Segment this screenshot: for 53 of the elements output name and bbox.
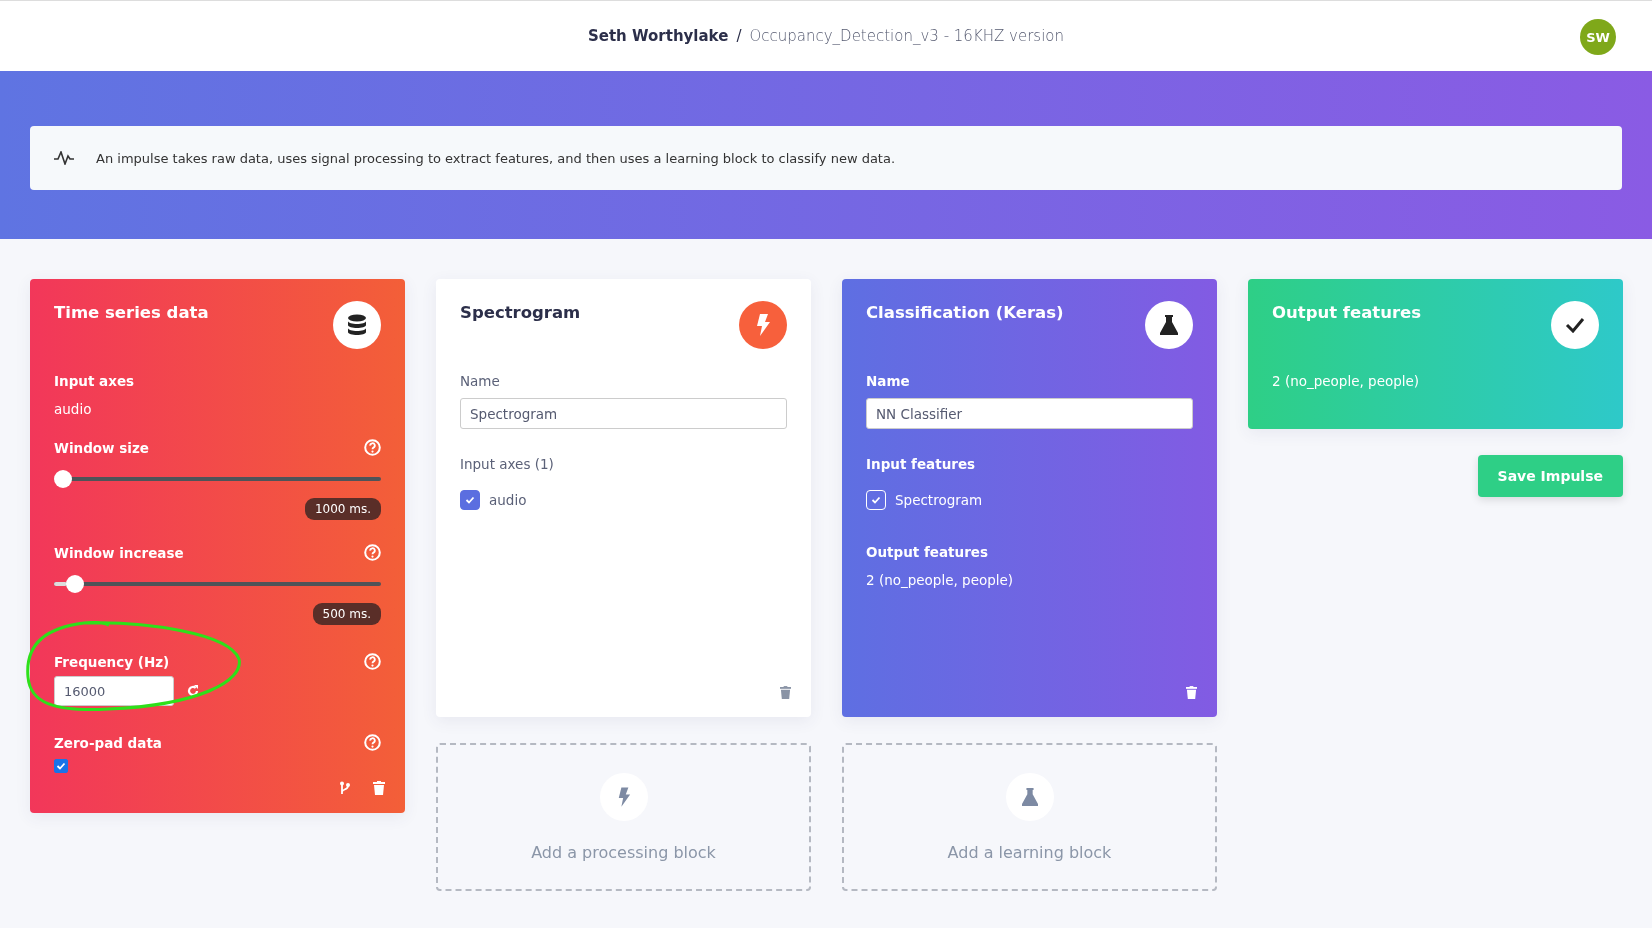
reset-icon[interactable] bbox=[186, 684, 200, 698]
checkmark-icon bbox=[1551, 301, 1599, 349]
field-label: Name bbox=[866, 373, 911, 389]
field-label: Name bbox=[460, 373, 501, 389]
info-text: An impulse takes raw data, uses signal processing to extract features, and then uses a learning block to classify new data. bbox=[96, 150, 896, 166]
user-name[interactable]: Seth Worthylake bbox=[587, 27, 729, 45]
slider-thumb[interactable] bbox=[66, 575, 85, 593]
project-name[interactable]: Occupancy_Detection_v3 - 16KHZ version bbox=[749, 27, 1064, 45]
block-title: Output features bbox=[1272, 303, 1422, 322]
output-value: 2 (no_people, people) bbox=[866, 572, 1015, 588]
trash-icon[interactable] bbox=[780, 686, 791, 699]
add-block-label: Add a learning block bbox=[947, 842, 1112, 862]
help-icon[interactable] bbox=[364, 544, 381, 561]
checkbox-label: Spectrogram bbox=[895, 492, 983, 508]
frequency-field[interactable]: 16000 bbox=[54, 676, 174, 706]
branch-icon[interactable] bbox=[339, 781, 351, 795]
database-icon bbox=[333, 301, 381, 349]
slider[interactable] bbox=[54, 470, 381, 488]
slider-value: 1000 ms. bbox=[304, 498, 381, 520]
checkbox[interactable] bbox=[460, 490, 480, 510]
field-label: Input features bbox=[866, 456, 977, 472]
trash-icon[interactable] bbox=[1186, 686, 1197, 699]
trash-icon[interactable] bbox=[373, 781, 385, 795]
field-label: Frequency (Hz) bbox=[54, 653, 170, 670]
name-field[interactable]: Spectrogram bbox=[460, 398, 787, 429]
checkmark-icon bbox=[465, 495, 475, 505]
field-label: Window size bbox=[54, 439, 149, 456]
slider[interactable] bbox=[54, 575, 381, 593]
field-label: Window increase bbox=[54, 544, 184, 561]
output-value: 2 (no_people, people) bbox=[1272, 373, 1421, 389]
name-field[interactable]: NN Classifier bbox=[866, 398, 1193, 429]
breadcrumb-separator: / bbox=[736, 27, 742, 45]
field-label: Output features bbox=[866, 544, 990, 560]
help-icon[interactable] bbox=[364, 734, 381, 751]
slider-thumb[interactable] bbox=[54, 470, 72, 488]
field-label: Zero-pad data bbox=[54, 734, 162, 751]
block-title: Spectrogram bbox=[460, 303, 581, 322]
flask-icon bbox=[1145, 301, 1193, 349]
field-label: Input axes bbox=[54, 373, 136, 389]
field-label: Input axes (1) bbox=[460, 456, 555, 472]
lightning-icon bbox=[739, 301, 787, 349]
checkbox[interactable] bbox=[54, 759, 68, 773]
axes-value: audio bbox=[54, 401, 93, 417]
checkbox-label: audio bbox=[489, 492, 527, 508]
slider-value: 500 ms. bbox=[312, 603, 381, 625]
checkmark-icon bbox=[56, 761, 66, 771]
block-title: Classification (Keras) bbox=[866, 303, 1064, 322]
checkmark-icon bbox=[871, 495, 881, 505]
block-title: Time series data bbox=[54, 303, 209, 322]
help-icon[interactable] bbox=[364, 653, 381, 670]
pulse-icon bbox=[54, 151, 74, 165]
add-block-label: Add a processing block bbox=[531, 842, 716, 862]
help-icon[interactable] bbox=[364, 439, 381, 456]
